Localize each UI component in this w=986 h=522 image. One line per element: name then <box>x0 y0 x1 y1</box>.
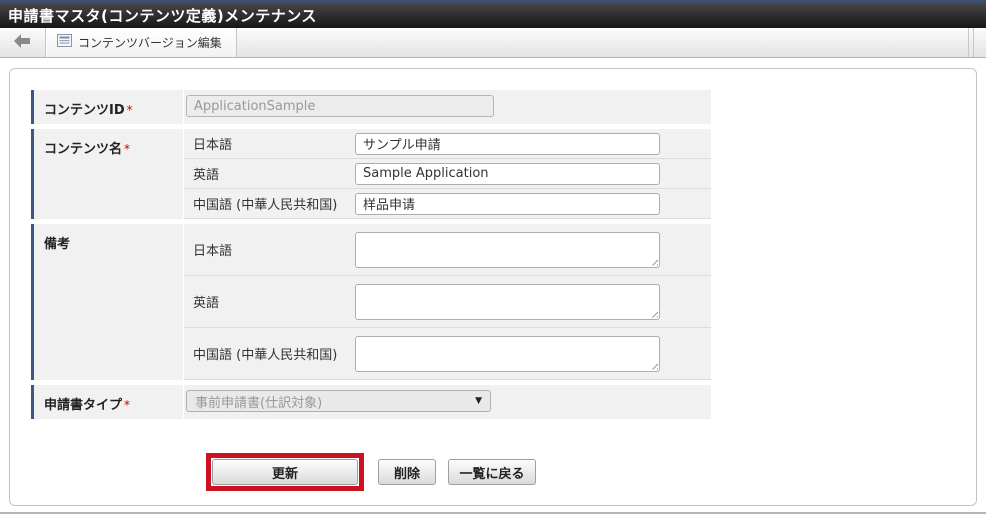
toolbar: コンテンツバージョン編集 <box>0 28 986 58</box>
row-content-id: コンテンツID * <box>31 90 711 124</box>
required-asterisk: * <box>124 398 131 412</box>
footer-divider <box>0 512 986 514</box>
remarks-zh-row: 中国語 (中華人民共和国) <box>184 328 711 380</box>
app-type-selected-value: 事前申請書(仕訳対象) <box>195 395 323 411</box>
app-type-label: 申請書タイプ * <box>34 385 184 419</box>
tab-content-version-edit[interactable]: コンテンツバージョン編集 <box>46 28 237 57</box>
content-name-label: コンテンツ名 * <box>34 129 184 219</box>
document-list-icon <box>57 34 72 51</box>
remarks-zh-textarea[interactable] <box>355 335 660 372</box>
delete-button[interactable]: 削除 <box>378 459 436 485</box>
content-id-label: コンテンツID * <box>34 90 184 124</box>
tab-label: コンテンツバージョン編集 <box>78 36 222 50</box>
annotation-highlight-box: 更新 <box>206 453 364 491</box>
back-to-list-button[interactable]: 一覧に戻る <box>448 459 536 485</box>
lang-label-en: 英語 <box>193 168 220 183</box>
lang-label-en: 英語 <box>193 296 220 311</box>
content-name-zh-row: 中国語 (中華人民共和国) <box>184 189 711 219</box>
remarks-en-textarea[interactable] <box>355 283 660 320</box>
page-title: 申請書マスタ(コンテンツ定義)メンテナンス <box>8 7 317 25</box>
row-content-name: コンテンツ名* 日本語 英語 中国語 (中華人民共和国) <box>31 129 711 219</box>
content-name-ja-input[interactable] <box>355 132 660 155</box>
back-arrow-icon <box>14 33 31 52</box>
remarks-label: 備考 <box>34 224 184 380</box>
row-app-type: 申請書タイプ * 事前申請書(仕訳対象) ▼ <box>31 385 711 419</box>
remarks-ja-row: 日本語 <box>184 224 711 276</box>
button-bar: 更新 削除 一覧に戻る <box>31 453 711 491</box>
required-asterisk: * <box>126 103 133 117</box>
lang-label-zh: 中国語 (中華人民共和国) <box>193 348 338 363</box>
content-name-en-row: 英語 <box>184 159 711 189</box>
required-asterisk: * <box>124 142 131 156</box>
app-type-select[interactable]: 事前申請書(仕訳対象) ▼ <box>186 390 491 412</box>
content-name-ja-row: 日本語 <box>184 129 711 159</box>
chevron-down-icon: ▼ <box>475 396 482 406</box>
content-name-en-input[interactable] <box>355 162 660 185</box>
update-button[interactable]: 更新 <box>212 459 358 485</box>
toolbar-right-separator <box>968 28 974 57</box>
window-titlebar: 申請書マスタ(コンテンツ定義)メンテナンス <box>0 0 986 28</box>
content-name-zh-input[interactable] <box>355 192 660 215</box>
lang-label-ja: 日本語 <box>193 244 233 259</box>
remarks-en-row: 英語 <box>184 276 711 328</box>
content-panel: コンテンツID* コンテンツ名* 日本語 英語 中国語 <box>9 68 977 506</box>
row-remarks: 備考 日本語 英語 中国語 (中華人民共和国) <box>31 224 711 380</box>
back-button[interactable] <box>0 28 46 57</box>
content-id-input <box>186 95 494 117</box>
remarks-ja-textarea[interactable] <box>355 231 660 268</box>
lang-label-zh: 中国語 (中華人民共和国) <box>193 198 338 213</box>
edit-form: コンテンツID* コンテンツ名* 日本語 英語 中国語 <box>31 90 711 424</box>
lang-label-ja: 日本語 <box>193 138 233 153</box>
